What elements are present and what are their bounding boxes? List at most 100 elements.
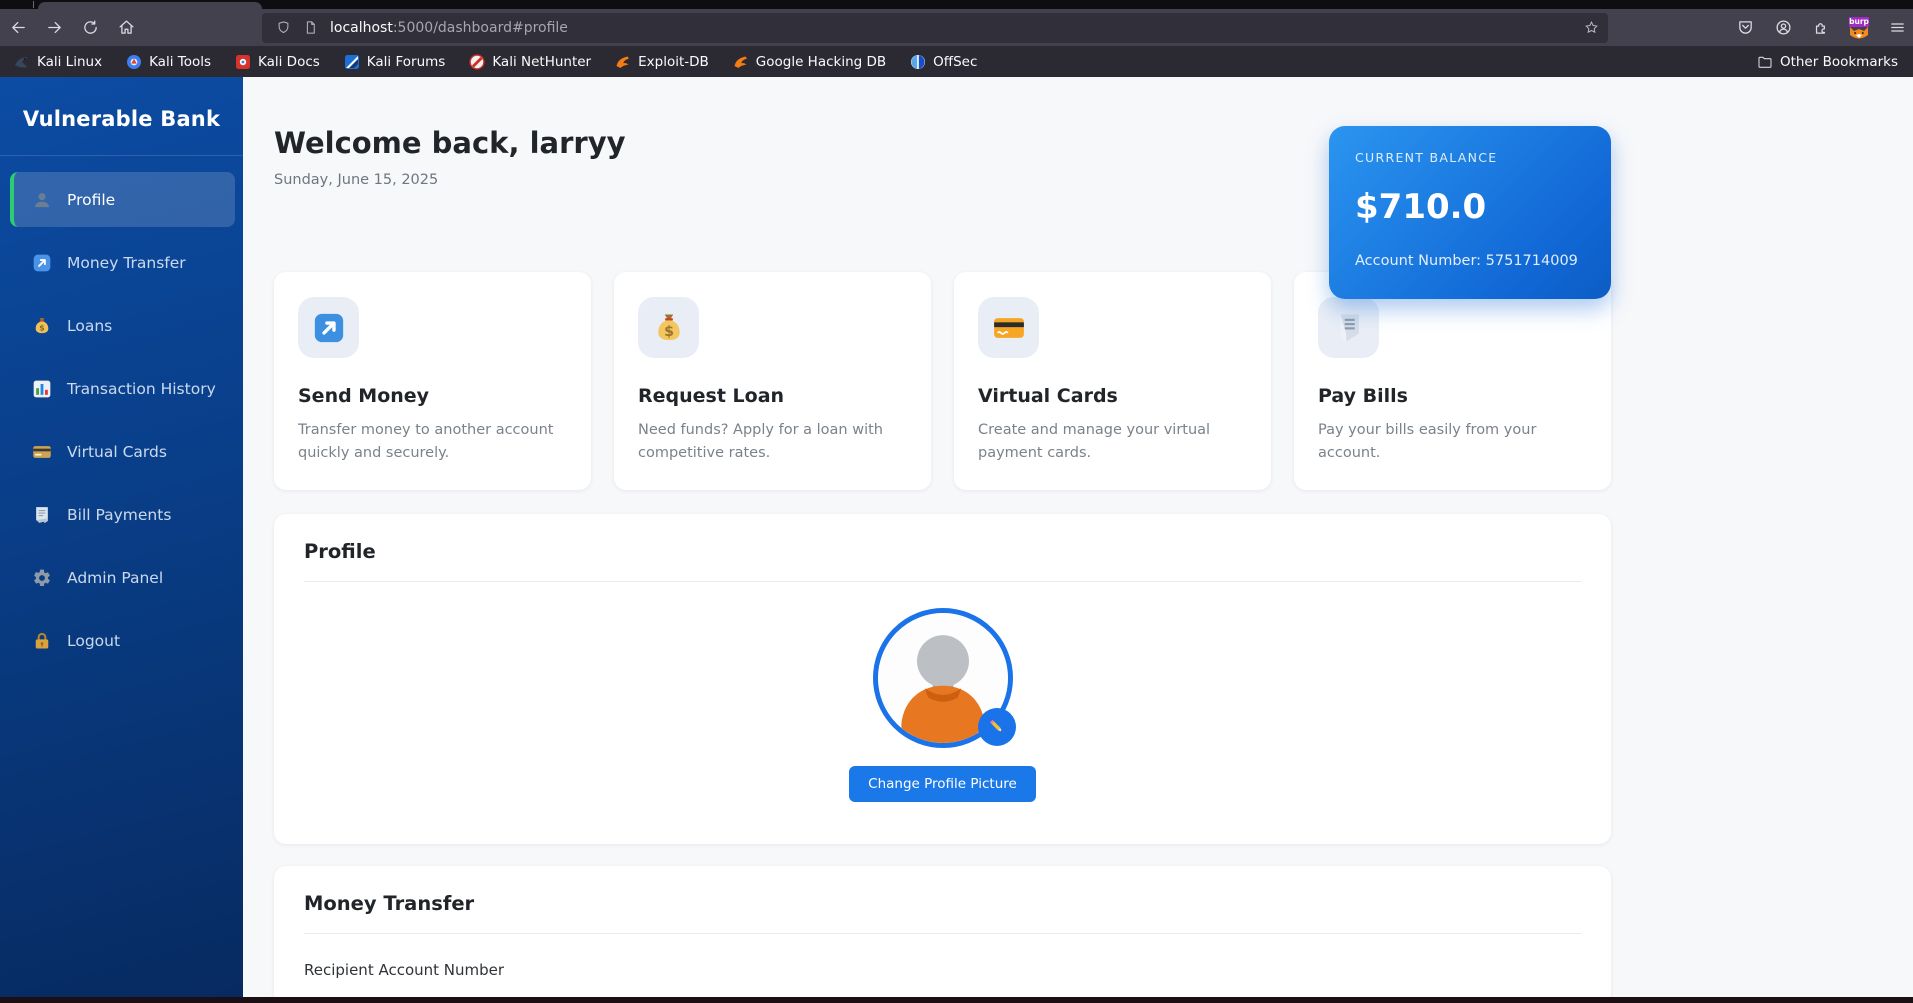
sidebar-item-label: Loans <box>67 317 112 335</box>
forward-icon <box>46 19 63 36</box>
pocket-button[interactable] <box>1727 13 1763 43</box>
sidebar-item-admin-panel[interactable]: Admin Panel <box>10 550 235 605</box>
tab-divider <box>33 1 34 8</box>
other-bookmarks[interactable]: Other Bookmarks <box>1757 54 1898 70</box>
sidebar-item-label: Bill Payments <box>67 506 171 524</box>
sidebar-item-logout[interactable]: Logout <box>10 613 235 668</box>
bookmark-kali-forums[interactable]: Kali Forums <box>344 54 446 70</box>
bookmark-kali-docs[interactable]: Kali Docs <box>235 54 320 70</box>
send-money-tile <box>298 297 359 358</box>
moneybag-icon: $ <box>652 311 686 345</box>
foxyproxy-burp-button[interactable]: burp <box>1841 13 1877 43</box>
reload-button[interactable] <box>72 13 108 43</box>
sidebar-item-virtual-cards[interactable]: Virtual Cards <box>10 424 235 479</box>
balance-label: CURRENT BALANCE <box>1355 150 1585 165</box>
card-description: Pay your bills easily from your account. <box>1318 419 1587 465</box>
bookmark-google-hacking-db[interactable]: Google Hacking DB <box>733 54 886 70</box>
credit-card-icon <box>992 311 1026 345</box>
card-title: Virtual Cards <box>978 385 1247 407</box>
sidebar-item-label: Profile <box>67 191 115 209</box>
back-icon <box>10 19 27 36</box>
card-description: Create and manage your virtual payment c… <box>978 419 1247 465</box>
request-loan-card[interactable]: $ Request Loan Need funds? Apply for a l… <box>614 272 931 490</box>
account-button[interactable] <box>1765 13 1801 43</box>
recipient-account-label: Recipient Account Number <box>304 961 1581 979</box>
page-icon[interactable] <box>303 20 318 35</box>
back-button[interactable] <box>0 13 36 43</box>
change-profile-picture-button[interactable]: Change Profile Picture <box>849 766 1036 802</box>
sidebar-item-label: Transaction History <box>67 380 216 398</box>
browser-toolbar: localhost:5000/dashboard#profile burp <box>0 9 1913 46</box>
forward-button[interactable] <box>36 13 72 43</box>
profile-section: Profile <box>274 514 1611 844</box>
bookmark-kali-nethunter[interactable]: Kali NetHunter <box>469 54 591 70</box>
receipt-icon <box>32 505 52 525</box>
exploit-db-icon <box>615 54 631 70</box>
page-content: Vulnerable Bank Profile Money Transfer $… <box>0 77 1913 1003</box>
puzzle-icon <box>1813 19 1830 36</box>
virtual-cards-tile <box>978 297 1039 358</box>
virtual-cards-card[interactable]: Virtual Cards Create and manage your vir… <box>954 272 1271 490</box>
url-bar[interactable]: localhost:5000/dashboard#profile <box>262 13 1608 43</box>
send-money-card[interactable]: Send Money Transfer money to another acc… <box>274 272 591 490</box>
sidebar-item-label: Virtual Cards <box>67 443 167 461</box>
kali-tools-icon <box>126 54 142 70</box>
feature-cards-row: Send Money Transfer money to another acc… <box>274 272 1611 490</box>
bookmarks-bar: Kali Linux Kali Tools Kali Docs Kali For… <box>0 46 1913 77</box>
receipt-icon <box>1332 311 1366 345</box>
sidebar-item-bill-payments[interactable]: Bill Payments <box>10 487 235 542</box>
sidebar-menu: Profile Money Transfer $ Loans Transacti… <box>0 156 243 668</box>
bottom-edge-bar <box>0 997 1913 1003</box>
pay-bills-tile <box>1318 297 1379 358</box>
card-title: Request Loan <box>638 385 907 407</box>
url-text: localhost:5000/dashboard#profile <box>330 20 568 36</box>
pocket-icon <box>1737 19 1754 36</box>
sidebar: Vulnerable Bank Profile Money Transfer $… <box>0 77 243 1003</box>
money-transfer-section: Money Transfer Recipient Account Number <box>274 866 1611 1003</box>
avatar[interactable] <box>873 608 1013 748</box>
sidebar-item-profile[interactable]: Profile <box>10 172 235 227</box>
bookmark-star-icon[interactable] <box>1584 20 1599 35</box>
sidebar-item-loans[interactable]: $ Loans <box>10 298 235 353</box>
kali-forums-icon <box>344 54 360 70</box>
kali-dragon-icon <box>14 54 30 70</box>
card-description: Transfer money to another account quickl… <box>298 419 567 465</box>
card-title: Send Money <box>298 385 567 407</box>
transfer-section-title: Money Transfer <box>304 892 1581 915</box>
profile-section-title: Profile <box>304 540 1581 563</box>
balance-card: CURRENT BALANCE $710.0 Account Number: 5… <box>1329 126 1611 299</box>
extensions-button[interactable] <box>1803 13 1839 43</box>
account-icon <box>1775 19 1792 36</box>
edit-avatar-badge[interactable] <box>978 708 1016 746</box>
brand-title: Vulnerable Bank <box>0 77 243 131</box>
foxyproxy-burp-icon: burp <box>1849 18 1869 38</box>
bookmark-kali-linux[interactable]: Kali Linux <box>14 54 102 70</box>
sidebar-item-money-transfer[interactable]: Money Transfer <box>10 235 235 290</box>
home-button[interactable] <box>108 13 144 43</box>
pay-bills-card[interactable]: Pay Bills Pay your bills easily from you… <box>1294 272 1611 490</box>
moneybag-icon: $ <box>32 316 52 336</box>
request-loan-tile: $ <box>638 297 699 358</box>
account-number: Account Number: 5751714009 <box>1355 253 1585 269</box>
folder-icon <box>1757 54 1773 70</box>
bookmark-kali-tools[interactable]: Kali Tools <box>126 54 211 70</box>
svg-text:$: $ <box>664 323 674 339</box>
active-tab[interactable] <box>38 2 262 9</box>
gear-icon <box>32 568 52 588</box>
hamburger-icon <box>1889 19 1906 36</box>
chart-icon <box>32 379 52 399</box>
send-icon <box>312 311 346 345</box>
card-description: Need funds? Apply for a loan with compet… <box>638 419 907 465</box>
transfer-icon <box>32 253 52 273</box>
shield-icon[interactable] <box>276 20 291 35</box>
reload-icon <box>82 19 99 36</box>
svg-text:$: $ <box>39 323 45 332</box>
sidebar-item-transaction-history[interactable]: Transaction History <box>10 361 235 416</box>
menu-button[interactable] <box>1879 13 1913 43</box>
kali-docs-icon <box>235 54 251 70</box>
offsec-icon <box>910 54 926 70</box>
user-icon <box>32 190 52 210</box>
bookmark-offsec[interactable]: OffSec <box>910 54 977 70</box>
bookmark-exploit-db[interactable]: Exploit-DB <box>615 54 709 70</box>
section-divider <box>304 933 1581 934</box>
